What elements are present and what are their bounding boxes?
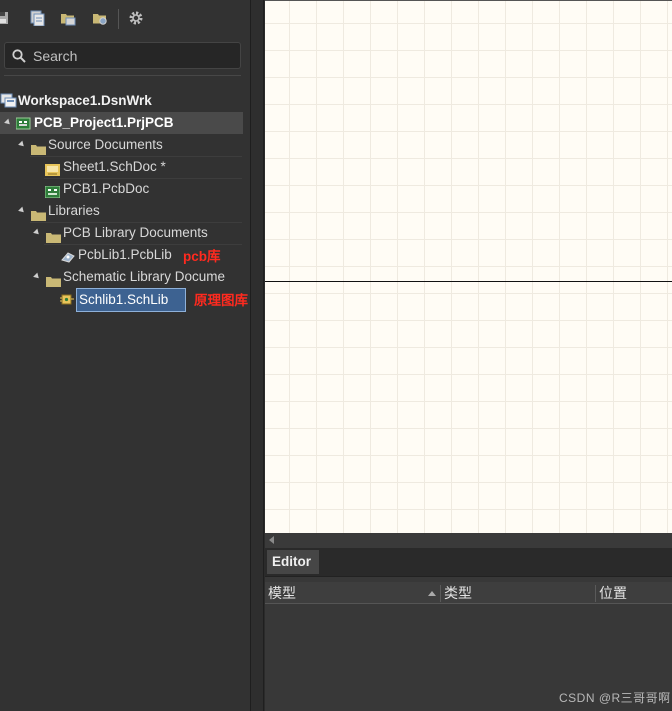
column-separator[interactable] bbox=[595, 585, 596, 602]
tree-item-source-documents[interactable]: Source Documents bbox=[0, 134, 245, 156]
projects-toolbar bbox=[0, 6, 250, 32]
expand-arrow-icon[interactable] bbox=[4, 118, 12, 127]
tree-item-pcb1[interactable]: PCB1.PcbDoc bbox=[0, 178, 245, 200]
folder-icon bbox=[31, 140, 46, 155]
search-input[interactable] bbox=[31, 45, 236, 66]
horizontal-scrollbar[interactable] bbox=[265, 533, 672, 548]
tab-editor[interactable]: Editor bbox=[267, 550, 319, 574]
workspace-documents-icon[interactable] bbox=[29, 10, 45, 27]
annotation-pcb-lib: pcb库 bbox=[183, 249, 221, 264]
column-header-type[interactable]: 类型 bbox=[444, 582, 472, 604]
expand-arrow-icon[interactable] bbox=[33, 272, 41, 281]
workspace-icon bbox=[0, 93, 17, 108]
folder-icon bbox=[46, 228, 61, 243]
column-header-location[interactable]: 位置 bbox=[599, 582, 627, 604]
tree-item-pcblib1[interactable]: PcbLib1.PcbLib bbox=[0, 244, 180, 266]
canvas-line bbox=[265, 281, 672, 282]
tree-item-label: PCB1.PcbDoc bbox=[63, 181, 150, 196]
tree-item-label: PCB Library Documents bbox=[63, 225, 208, 240]
schematic-canvas[interactable] bbox=[265, 0, 672, 533]
tree-item-label: PcbLib1.PcbLib bbox=[78, 247, 172, 262]
expand-arrow-icon[interactable] bbox=[18, 140, 26, 149]
pcb-doc-icon bbox=[44, 183, 61, 199]
tree-item-label: Source Documents bbox=[48, 137, 163, 152]
panel-splitter[interactable] bbox=[250, 0, 264, 711]
tree-item-label: Schlib1.SchLib bbox=[76, 288, 186, 312]
toolbar-separator bbox=[118, 9, 119, 29]
folder-icon bbox=[31, 206, 46, 221]
annotation-sch-lib: 原理图库 bbox=[194, 293, 248, 308]
tree-item-label: PCB_Project1.PrjPCB bbox=[34, 115, 174, 130]
tree-item-schematic-library-documents[interactable]: Schematic Library Docume bbox=[0, 266, 245, 288]
tree-item-label: Libraries bbox=[48, 203, 100, 218]
search-icon bbox=[12, 49, 26, 63]
schematic-doc-icon bbox=[45, 161, 60, 176]
editor-tab-strip: Editor bbox=[265, 548, 672, 576]
expand-arrow-icon[interactable] bbox=[33, 228, 41, 237]
folder-icon bbox=[46, 272, 61, 287]
expand-arrow-icon[interactable] bbox=[18, 206, 26, 215]
sort-ascending-icon bbox=[428, 591, 436, 596]
watermark: CSDN @R三哥哥啊 bbox=[559, 691, 671, 705]
tree-item-workspace[interactable]: Workspace1.DsnWrk bbox=[0, 90, 245, 112]
editor-table-header: 模型 类型 位置 bbox=[265, 582, 672, 604]
tree-item-label: Schematic Library Docume bbox=[63, 269, 226, 284]
tree-item-project[interactable]: PCB_Project1.PrjPCB bbox=[0, 112, 243, 134]
column-header-model[interactable]: 模型 bbox=[268, 582, 296, 604]
folder-settings-icon[interactable] bbox=[92, 10, 108, 26]
save-icon[interactable] bbox=[0, 10, 12, 26]
tree-item-pcb-library-documents[interactable]: PCB Library Documents bbox=[0, 222, 245, 244]
tree-item-sheet1[interactable]: Sheet1.SchDoc * bbox=[0, 156, 245, 178]
schematic-library-icon bbox=[60, 292, 75, 306]
projects-panel: Workspace1.DsnWrk PCB_Project1.PrjPCB So… bbox=[0, 0, 250, 711]
scroll-left-arrow-icon[interactable] bbox=[269, 536, 274, 544]
tree-item-label: Workspace1.DsnWrk bbox=[18, 93, 152, 108]
tree-item-label: Sheet1.SchDoc * bbox=[63, 159, 166, 174]
search-box[interactable] bbox=[4, 42, 241, 69]
tree-item-libraries[interactable]: Libraries bbox=[0, 200, 245, 222]
column-separator[interactable] bbox=[440, 585, 441, 602]
tree-item-schlib1[interactable]: Schlib1.SchLib bbox=[0, 288, 190, 312]
pcb-library-icon bbox=[61, 248, 76, 263]
gear-icon[interactable] bbox=[128, 10, 144, 26]
pcb-project-icon bbox=[15, 116, 31, 130]
folder-open-icon[interactable] bbox=[60, 10, 76, 26]
divider bbox=[4, 75, 241, 76]
